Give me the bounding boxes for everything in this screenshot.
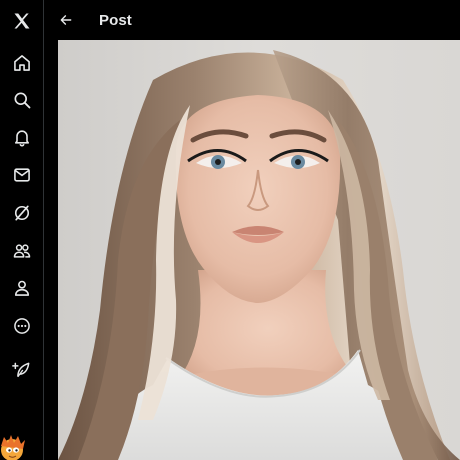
page-title: Post [99,11,132,29]
post-media-image[interactable] [58,40,460,460]
communities-icon[interactable] [0,234,44,268]
portrait-photo [58,40,460,460]
messages-icon[interactable] [0,158,44,192]
profile-icon[interactable] [0,271,44,305]
back-button[interactable] [46,0,86,40]
post-header: Post [44,0,460,40]
notifications-icon[interactable] [0,120,44,154]
home-icon[interactable] [0,46,44,80]
more-icon[interactable] [0,309,44,343]
grok-icon[interactable] [0,196,44,230]
x-logo-icon[interactable] [0,4,44,38]
back-arrow-icon [60,15,72,25]
explore-icon[interactable] [0,83,44,117]
sidebar-nav [0,0,44,460]
account-avatar[interactable] [0,432,26,460]
post-icon[interactable] [0,353,44,387]
